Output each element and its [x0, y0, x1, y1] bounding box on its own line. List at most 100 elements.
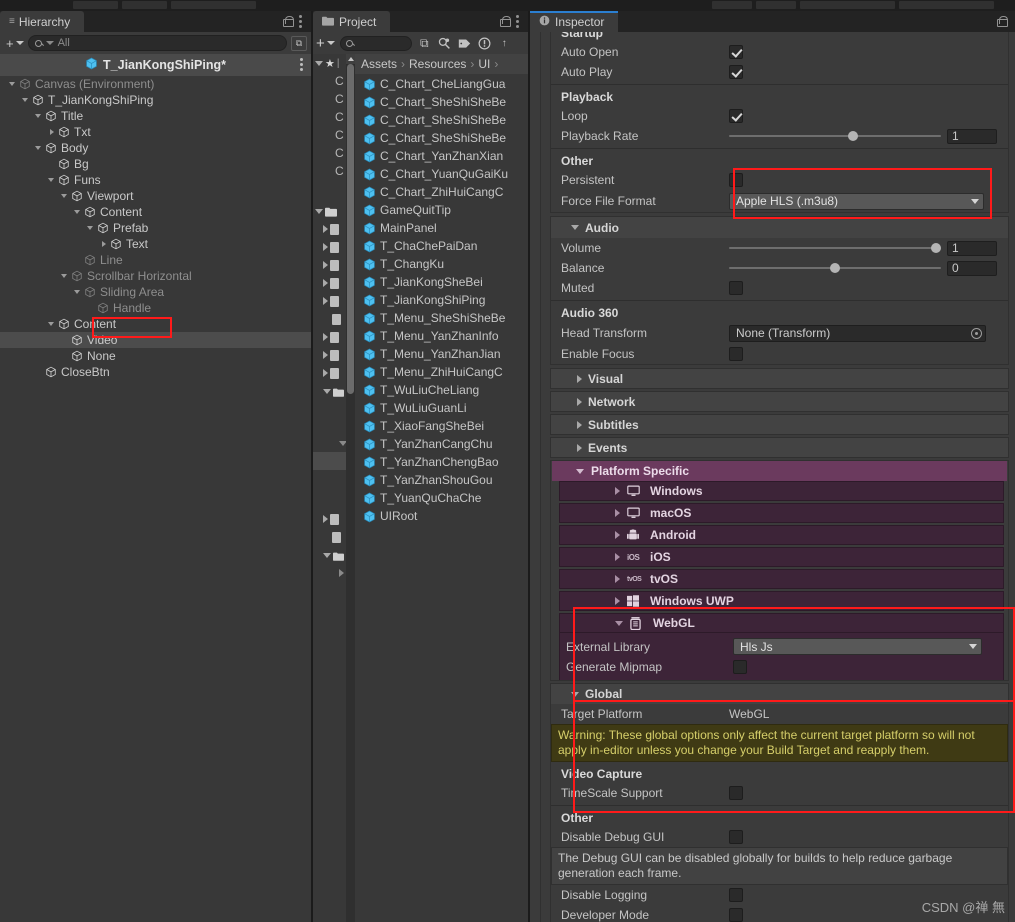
auto-play-checkbox[interactable]	[729, 65, 743, 79]
toolbar-button[interactable]	[122, 1, 167, 9]
balance-slider[interactable]	[729, 261, 941, 275]
asset-list[interactable]: C_Chart_CheLiangGua C_Chart_SheShiSheBe C_…	[355, 74, 528, 922]
asset-row[interactable]: C_Chart_CheLiangGua	[355, 75, 528, 93]
chevron-right-icon[interactable]	[615, 575, 620, 583]
chevron-down-icon[interactable]	[47, 319, 57, 329]
more-filters-icon[interactable]: ↑	[497, 36, 512, 51]
platform-row-macos[interactable]: macOS	[559, 503, 1004, 523]
chevron-right-icon[interactable]	[323, 279, 328, 287]
hierarchy-item-line[interactable]: Line	[0, 252, 311, 268]
chevron-right-icon[interactable]	[577, 374, 582, 383]
breadcrumb-item[interactable]: Assets	[361, 57, 397, 71]
chevron-right-icon[interactable]	[615, 509, 620, 517]
chevron-down-icon[interactable]	[323, 388, 331, 394]
developer-mode-checkbox[interactable]	[729, 908, 743, 922]
hierarchy-item-none[interactable]: None	[0, 348, 311, 364]
hierarchy-item-body[interactable]: Body	[0, 140, 311, 156]
external-library-dropdown[interactable]: Hls Js	[733, 638, 982, 655]
volume-value[interactable]: 1	[947, 240, 997, 256]
volume-slider[interactable]	[729, 241, 941, 255]
asset-row[interactable]: T_YanZhanChengBao	[355, 453, 528, 471]
breadcrumb-item[interactable]: Resources	[409, 57, 466, 71]
head-transform-field[interactable]: None (Transform)	[729, 324, 986, 342]
chevron-down-icon[interactable]	[8, 79, 18, 89]
disable-debug-gui-checkbox[interactable]	[729, 830, 743, 844]
hierarchy-item-txt[interactable]: Txt	[0, 124, 311, 140]
auto-open-checkbox[interactable]	[729, 45, 743, 59]
hierarchy-item-funs[interactable]: Funs	[0, 172, 311, 188]
foldout-events[interactable]: Events	[550, 437, 1009, 458]
hierarchy-item-t-jiankongshiping[interactable]: T_JianKongShiPing	[0, 92, 311, 108]
hierarchy-item-viewport[interactable]: Viewport	[0, 188, 311, 204]
persistent-checkbox[interactable]	[729, 173, 743, 187]
chevron-right-icon[interactable]	[323, 333, 328, 341]
project-folder-tree[interactable]: ★ | C C C C C C	[313, 54, 355, 922]
hierarchy-item-sliding-area[interactable]: Sliding Area	[0, 284, 311, 300]
scroll-up-arrow[interactable]	[346, 54, 355, 64]
asset-row[interactable]: T_YanZhanCangChu	[355, 435, 528, 453]
asset-row[interactable]: C_Chart_SheShiSheBe	[355, 93, 528, 111]
asset-row[interactable]: C_Chart_SheShiSheBe	[355, 129, 528, 147]
chevron-right-icon[interactable]	[323, 515, 328, 523]
timescale-checkbox[interactable]	[729, 786, 743, 800]
chevron-right-icon[interactable]	[615, 597, 620, 605]
chevron-right-icon[interactable]	[323, 369, 328, 377]
asset-row[interactable]: T_JianKongShiPing	[355, 291, 528, 309]
hierarchy-item-scrollbar-horizontal[interactable]: Scrollbar Horizontal	[0, 268, 311, 284]
hierarchy-item-title[interactable]: Title	[0, 108, 311, 124]
global-foldout[interactable]: Global	[551, 684, 1008, 704]
platform-row-ios[interactable]: iOS iOS	[559, 547, 1004, 567]
chevron-down-icon[interactable]	[323, 552, 331, 558]
search-expand-button[interactable]: ⧉	[291, 35, 307, 51]
playback-rate-value[interactable]: 1	[947, 128, 997, 144]
chevron-down-icon[interactable]	[615, 620, 623, 626]
chevron-down-icon[interactable]	[34, 111, 44, 121]
asset-row[interactable]: T_Menu_ZhiHuiCangC	[355, 363, 528, 381]
asset-row[interactable]: T_ChangKu	[355, 255, 528, 273]
chevron-down-icon[interactable]	[21, 95, 31, 105]
foldout-network[interactable]: Network	[550, 391, 1009, 412]
search-expand-button[interactable]: ⧉	[417, 36, 432, 51]
chevron-right-icon[interactable]	[577, 420, 582, 429]
lock-icon[interactable]	[283, 16, 294, 27]
chevron-right-icon[interactable]	[323, 225, 328, 233]
object-picker-icon[interactable]	[971, 327, 982, 339]
chevron-right-icon[interactable]	[323, 351, 328, 359]
foldout-subtitles[interactable]: Subtitles	[550, 414, 1009, 435]
hierarchy-item-text[interactable]: Text	[0, 236, 311, 252]
enable-focus-checkbox[interactable]	[729, 347, 743, 361]
hierarchy-item-closebtn[interactable]: CloseBtn	[0, 364, 311, 380]
platform-row-windows-uwp[interactable]: Windows UWP	[559, 591, 1004, 611]
scene-root-row[interactable]: T_JianKongShiPing*	[0, 54, 311, 76]
chevron-right-icon[interactable]	[615, 531, 620, 539]
hierarchy-item-prefab[interactable]: Prefab	[0, 220, 311, 236]
toolbar-button[interactable]	[712, 1, 752, 9]
chevron-down-icon[interactable]	[571, 225, 579, 230]
chevron-down-icon[interactable]	[315, 60, 323, 66]
chevron-down-icon[interactable]	[60, 191, 70, 201]
asset-row[interactable]: T_JianKongSheBei	[355, 273, 528, 291]
toolbar-button[interactable]	[73, 1, 118, 9]
muted-checkbox[interactable]	[729, 281, 743, 295]
toolbar-button[interactable]	[800, 1, 895, 9]
asset-row[interactable]: C_Chart_SheShiSheBe	[355, 111, 528, 129]
hierarchy-item-bg[interactable]: Bg	[0, 156, 311, 172]
asset-row[interactable]: C_Chart_YuanQuGaiKu	[355, 165, 528, 183]
foldout-visual[interactable]: Visual	[550, 368, 1009, 389]
toolbar-button[interactable]	[756, 1, 796, 9]
asset-row[interactable]: GameQuitTip	[355, 201, 528, 219]
chevron-right-icon[interactable]	[577, 397, 582, 406]
breadcrumb-item[interactable]: UI	[478, 57, 490, 71]
chevron-down-icon[interactable]	[60, 271, 70, 281]
tab-project[interactable]: Project	[313, 11, 391, 32]
project-tree-scrollbar-thumb[interactable]	[347, 64, 354, 394]
tab-inspector[interactable]: Inspector	[530, 11, 619, 32]
search-by-label-icon[interactable]	[457, 36, 472, 51]
asset-row[interactable]: C_Chart_YanZhanXian	[355, 147, 528, 165]
create-dropdown[interactable]: +	[4, 37, 24, 50]
chevron-down-icon[interactable]	[73, 207, 83, 217]
scene-menu-icon[interactable]	[300, 58, 303, 71]
panel-menu-icon[interactable]	[299, 15, 302, 28]
force-file-format-dropdown[interactable]: Apple HLS (.m3u8)	[729, 192, 984, 210]
asset-row[interactable]: UIRoot	[355, 507, 528, 525]
